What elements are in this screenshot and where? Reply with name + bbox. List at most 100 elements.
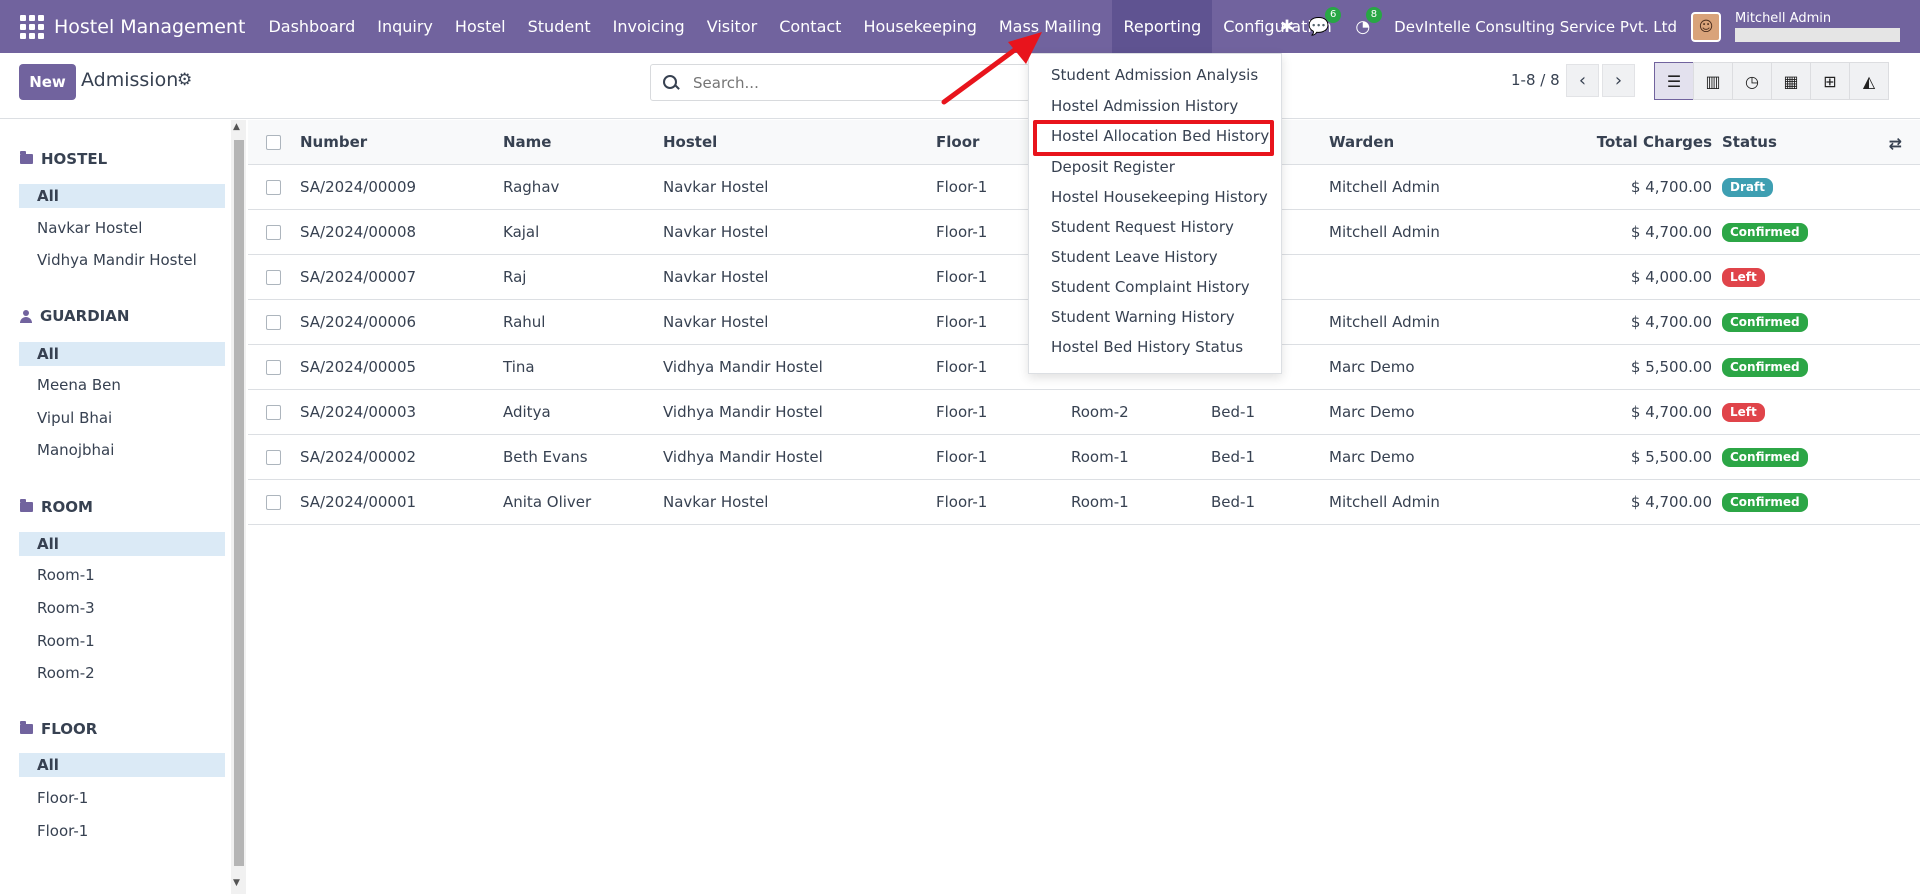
cell-floor: Floor-1	[936, 448, 988, 466]
col-warden[interactable]: Warden	[1329, 120, 1394, 165]
guardian-filter-item[interactable]: Meena Ben	[19, 373, 225, 397]
menu-hostel-bed-history-status[interactable]: Hostel Bed History Status	[1051, 338, 1243, 356]
hostel-filter-item[interactable]: Vidhya Mandir Hostel	[19, 248, 225, 272]
col-total-charges[interactable]: Total Charges	[1538, 120, 1712, 165]
row-checkbox[interactable]	[266, 225, 281, 240]
pager-value[interactable]: 1-8 / 8	[1511, 71, 1560, 89]
row-checkbox[interactable]	[266, 495, 281, 510]
col-name[interactable]: Name	[503, 120, 551, 165]
row-checkbox[interactable]	[266, 405, 281, 420]
menu-student-admission-analysis[interactable]: Student Admission Analysis	[1051, 66, 1258, 84]
kanban-view-icon[interactable]: ▥	[1693, 62, 1733, 100]
chat-icon[interactable]: 💬 6	[1308, 6, 1342, 37]
room-filter-item[interactable]: Room-1	[19, 629, 225, 653]
table-row[interactable]: SA/2024/00001 Anita Oliver Navkar Hostel Fl…	[248, 480, 1920, 525]
floor-filter-all[interactable]: All	[19, 753, 225, 777]
sidebar-scrollbar-thumb[interactable]	[234, 140, 244, 866]
column-settings-icon[interactable]: ⇄	[1889, 134, 1902, 153]
cell-number: SA/2024/00005	[300, 358, 417, 376]
user-avatar[interactable]: ☺	[1691, 11, 1721, 42]
nav-inquiry[interactable]: Inquiry	[366, 0, 444, 53]
col-status[interactable]: Status	[1722, 120, 1777, 165]
table-row[interactable]: SA/2024/00002 Beth Evans Vidhya Mandir Hos…	[248, 435, 1920, 480]
user-menu[interactable]: Mitchell Admin	[1735, 11, 1900, 42]
graph-view-icon[interactable]: ◭	[1849, 62, 1889, 100]
row-checkbox[interactable]	[266, 315, 281, 330]
guardian-filter-all[interactable]: All	[19, 342, 225, 366]
row-checkbox[interactable]	[266, 180, 281, 195]
cell-bed: Bed-1	[1211, 403, 1255, 421]
cell-total-charges: $ 5,500.00	[1630, 448, 1712, 466]
debug-bug-icon[interactable]: ✱	[1280, 17, 1294, 37]
app-brand[interactable]: Hostel Management	[54, 16, 245, 38]
menu-student-complaint-history[interactable]: Student Complaint History	[1051, 278, 1250, 296]
activity-view-icon[interactable]: ◷	[1732, 62, 1772, 100]
menu-hostel-housekeeping-history[interactable]: Hostel Housekeeping History	[1051, 188, 1268, 206]
guardian-filter-item[interactable]: Vipul Bhai	[19, 406, 225, 430]
row-checkbox[interactable]	[266, 270, 281, 285]
company-name[interactable]: DevIntelle Consulting Service Pvt. Ltd	[1394, 18, 1677, 36]
row-checkbox[interactable]	[266, 360, 281, 375]
apps-menu-icon[interactable]	[20, 14, 44, 39]
calendar-view-icon[interactable]: ▦	[1771, 62, 1811, 100]
menu-student-request-history[interactable]: Student Request History	[1051, 218, 1234, 236]
table-row[interactable]: SA/2024/00003 Aditya Vidhya Mandir Hostel F…	[248, 390, 1920, 435]
nav-invoicing[interactable]: Invoicing	[602, 0, 696, 53]
cell-floor: Floor-1	[936, 313, 988, 331]
cell-total-charges: $ 4,700.00	[1630, 223, 1712, 241]
status-badge: Confirmed	[1722, 313, 1808, 332]
room-filter-item[interactable]: Room-3	[19, 596, 225, 620]
menu-hostel-admission-history[interactable]: Hostel Admission History	[1051, 97, 1238, 115]
select-all-checkbox[interactable]	[266, 135, 281, 150]
room-filter-all[interactable]: All	[19, 532, 225, 556]
col-hostel[interactable]: Hostel	[663, 120, 717, 165]
status-badge: Confirmed	[1722, 358, 1808, 377]
col-floor[interactable]: Floor	[936, 120, 979, 165]
new-button[interactable]: New	[19, 64, 76, 100]
list-view-icon[interactable]: ☰	[1654, 62, 1694, 100]
hostel-filter-all[interactable]: All	[19, 184, 225, 208]
pivot-view-icon[interactable]: ⊞	[1810, 62, 1850, 100]
nav-hostel[interactable]: Hostel	[444, 0, 517, 53]
pager-previous-button[interactable]: ‹	[1566, 64, 1599, 97]
pager-next-button[interactable]: ›	[1602, 64, 1635, 97]
floor-filter-item[interactable]: Floor-1	[19, 819, 225, 843]
section-hostel-title: HOSTEL	[20, 150, 107, 168]
view-switcher: ☰ ▥ ◷ ▦ ⊞ ◭	[1654, 62, 1889, 100]
activity-clock-icon[interactable]: ◔ 8	[1355, 6, 1383, 37]
floor-filter-item[interactable]: Floor-1	[19, 786, 225, 810]
scroll-up-arrow-icon[interactable]: ▲	[233, 122, 240, 132]
cell-total-charges: $ 4,700.00	[1630, 178, 1712, 196]
activity-count-badge: 8	[1365, 6, 1383, 23]
cell-floor: Floor-1	[936, 223, 988, 241]
gear-icon[interactable]: ⚙	[177, 70, 192, 90]
cell-name: Beth Evans	[503, 448, 588, 466]
cell-hostel: Vidhya Mandir Hostel	[663, 403, 823, 421]
nav-dashboard[interactable]: Dashboard	[257, 0, 366, 53]
hostel-filter-item[interactable]: Navkar Hostel	[19, 216, 225, 240]
menu-student-warning-history[interactable]: Student Warning History	[1051, 308, 1235, 326]
row-checkbox[interactable]	[266, 450, 281, 465]
nav-contact[interactable]: Contact	[768, 0, 852, 53]
nav-visitor[interactable]: Visitor	[696, 0, 768, 53]
highlight-box	[1033, 120, 1274, 156]
cell-room: Room-2	[1071, 403, 1129, 421]
cell-number: SA/2024/00009	[300, 178, 417, 196]
room-filter-item[interactable]: Room-2	[19, 661, 225, 685]
section-room-title: ROOM	[20, 498, 93, 516]
menu-student-leave-history[interactable]: Student Leave History	[1051, 248, 1218, 266]
nav-reporting[interactable]: Reporting	[1112, 0, 1213, 53]
status-badge: Draft	[1722, 178, 1773, 197]
cell-floor: Floor-1	[936, 268, 988, 286]
cell-bed: Bed-1	[1211, 493, 1255, 511]
status-badge: Left	[1722, 268, 1765, 287]
room-filter-item[interactable]: Room-1	[19, 563, 225, 587]
status-badge: Confirmed	[1722, 448, 1808, 467]
menu-deposit-register[interactable]: Deposit Register	[1051, 158, 1175, 176]
cell-warden: Mitchell Admin	[1329, 313, 1440, 331]
col-number[interactable]: Number	[300, 120, 367, 165]
guardian-filter-item[interactable]: Manojbhai	[19, 438, 225, 462]
nav-student[interactable]: Student	[517, 0, 602, 53]
scroll-down-arrow-icon[interactable]: ▼	[233, 878, 240, 888]
cell-floor: Floor-1	[936, 178, 988, 196]
